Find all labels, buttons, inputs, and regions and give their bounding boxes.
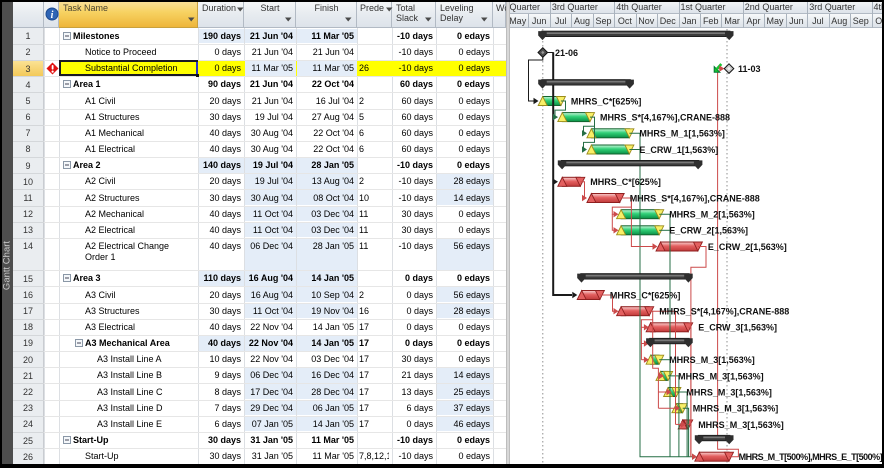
svg-text:MHRS_M_3[1,563%]: MHRS_M_3[1,563%] bbox=[698, 420, 784, 430]
svg-text:MHRS_S*[4,167%],CRANE-888: MHRS_S*[4,167%],CRANE-888 bbox=[600, 113, 730, 123]
svg-text:MHRS_S*[4,167%],CRANE-888: MHRS_S*[4,167%],CRANE-888 bbox=[630, 193, 760, 203]
svg-text:MHRS_C*[625%]: MHRS_C*[625%] bbox=[571, 96, 642, 106]
svg-text:E_CRW_3[1,563%]: E_CRW_3[1,563%] bbox=[698, 323, 777, 333]
svg-text:MHRS_S*[4,167%],CRANE-888: MHRS_S*[4,167%],CRANE-888 bbox=[659, 307, 789, 317]
svg-text:E_CRW_2[1,563%]: E_CRW_2[1,563%] bbox=[708, 242, 787, 252]
svg-text:11-03: 11-03 bbox=[738, 64, 761, 74]
svg-text:E_CRW_1[1,563%]: E_CRW_1[1,563%] bbox=[639, 145, 718, 155]
svg-text:MHRS_M_3[1,563%]: MHRS_M_3[1,563%] bbox=[678, 371, 764, 381]
svg-text:MHRS_M_3[1,563%]: MHRS_M_3[1,563%] bbox=[686, 387, 772, 397]
svg-text:E_CRW_2[1,563%]: E_CRW_2[1,563%] bbox=[669, 226, 748, 236]
svg-text:MHRS_M_3[1,563%]: MHRS_M_3[1,563%] bbox=[669, 355, 755, 365]
svg-text:MHRS_M_T[500%],MHRS_E_T[500%]: MHRS_M_T[500%],MHRS_E_T[500%] bbox=[739, 452, 883, 462]
svg-text:MHRS_C*[625%]: MHRS_C*[625%] bbox=[590, 177, 661, 187]
svg-text:MHRS_M_2[1,563%]: MHRS_M_2[1,563%] bbox=[669, 210, 755, 220]
svg-text:21-06: 21-06 bbox=[555, 48, 578, 58]
svg-text:MHRS_C*[625%]: MHRS_C*[625%] bbox=[610, 290, 681, 300]
svg-text:MHRS_M_3[1,563%]: MHRS_M_3[1,563%] bbox=[693, 404, 779, 414]
svg-text:MHRS_M_1[1,563%]: MHRS_M_1[1,563%] bbox=[639, 129, 725, 139]
